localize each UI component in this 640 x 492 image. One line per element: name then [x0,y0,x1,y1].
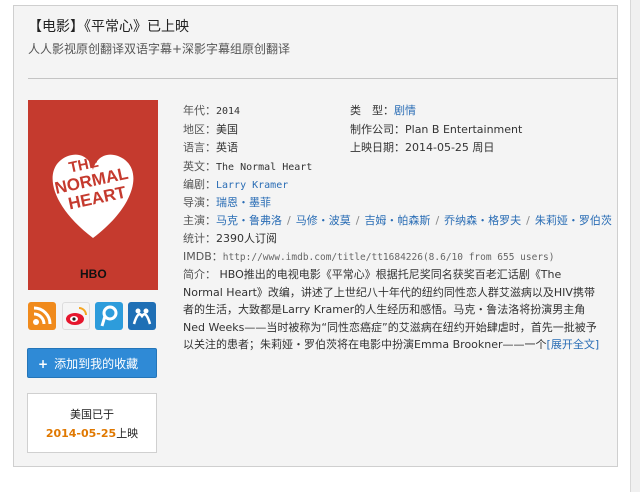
year-value: 2014 [216,106,241,117]
synopsis: 简介： HBO推出的电视电影《平常心》根据托尼奖同名获奖百老汇话剧《The No… [183,266,603,354]
info-row-writer: 编剧：Larry Kramer [183,176,288,192]
company-value: Plan B Entertainment [405,123,523,136]
english-title-value: The Normal Heart [216,162,313,173]
movie-poster[interactable]: THE NORMAL HEART HBO [28,100,158,290]
director-link[interactable]: 瑞恩・墨菲 [216,196,271,209]
info-row-director: 导演：瑞恩・墨菲 [183,194,271,210]
year-label: 年代： [183,104,216,117]
cast-separator: / [287,214,291,227]
cast-link-4[interactable]: 乔纳森・格罗夫 [444,214,521,227]
type-label: 类 型： [350,104,394,117]
cast-link-3[interactable]: 吉姆・帕森斯 [364,214,430,227]
info-row-date: 上映日期：2014-05-25 周日 [350,139,494,155]
info-row-company: 制作公司：Plan B Entertainment [350,121,522,137]
writer-label: 编剧： [183,178,216,191]
director-label: 导演： [183,196,216,209]
cast-link-1[interactable]: 马克・鲁弗洛 [216,214,282,227]
cast-separator: / [355,214,360,227]
cast-link-2[interactable]: 马修・波莫 [296,214,351,227]
company-label: 制作公司： [350,123,405,136]
stats-label: 统计： [183,232,216,245]
date-value: 2014-05-25 周日 [405,141,495,154]
tencent-weibo-icon[interactable] [95,302,123,330]
info-row-region: 地区：美国 [183,121,238,137]
cast-label: 主演： [183,214,216,227]
info-row-type: 类 型：剧情 [350,102,416,118]
page-subtitle: 人人影视原创翻译双语字幕+深影字幕组原创翻译 [28,42,291,56]
type-link[interactable]: 剧情 [394,104,416,117]
imdb-label: IMDB： [183,250,223,263]
add-to-favorites-label: 添加到我的收藏 [54,357,139,371]
info-row-cast: 主演：马克・鲁弗洛 / 马修・波莫 / 吉姆・帕森斯 / 乔纳森・格罗夫 / 朱莉娅・罗伯茨 [183,212,612,228]
page-title: 【电影】《平常心》已上映 [28,19,189,35]
release-line-1: 美国已于 [70,408,114,421]
release-suffix: 上映 [116,427,139,440]
language-value: 英语 [216,141,238,154]
scrollbar[interactable] [630,0,640,492]
release-date: 2014-05-25 [45,427,117,440]
date-label: 上映日期： [350,141,405,154]
add-to-favorites-button[interactable]: + 添加到我的收藏 [27,348,157,378]
cast-link-5[interactable]: 朱莉娅・罗伯茨 [535,214,612,227]
rss-icon[interactable] [28,302,56,330]
poster-brand: HBO [80,267,107,281]
stats-value: 2390人订阅 [216,232,277,245]
info-row-stats: 统计：2390人订阅 [183,230,277,246]
divider [28,78,618,79]
info-row-language: 语言：英语 [183,139,238,155]
cast-separator: / [435,214,440,227]
info-row-imdb: IMDB：http://www.imdb.com/title/tt1684226… [183,248,555,264]
region-value: 美国 [216,123,238,136]
language-label: 语言： [183,141,216,154]
synopsis-text: HBO推出的电视电影《平常心》根据托尼奖同名获奖百老汇话剧《The Normal… [183,268,597,351]
info-row-year: 年代：2014 [183,102,240,118]
expand-full-text-link[interactable]: [展开全文] [547,338,600,351]
synopsis-label: 简介： [183,268,216,281]
renren-icon[interactable] [128,302,156,330]
english-title-label: 英文： [183,160,216,173]
plus-icon: + [38,357,49,371]
release-status-box: 美国已于 2014-05-25上映 [27,393,157,453]
cast-separator: / [526,214,530,227]
imdb-value[interactable]: http://www.imdb.com/title/tt1684226(8.6/… [223,252,555,263]
writer-link[interactable]: Larry Kramer [216,180,288,191]
poster-art: THE NORMAL HEART HBO [52,154,134,281]
info-row-english-title: 英文：The Normal Heart [183,158,312,174]
region-label: 地区： [183,123,216,136]
weibo-icon[interactable] [62,302,90,330]
